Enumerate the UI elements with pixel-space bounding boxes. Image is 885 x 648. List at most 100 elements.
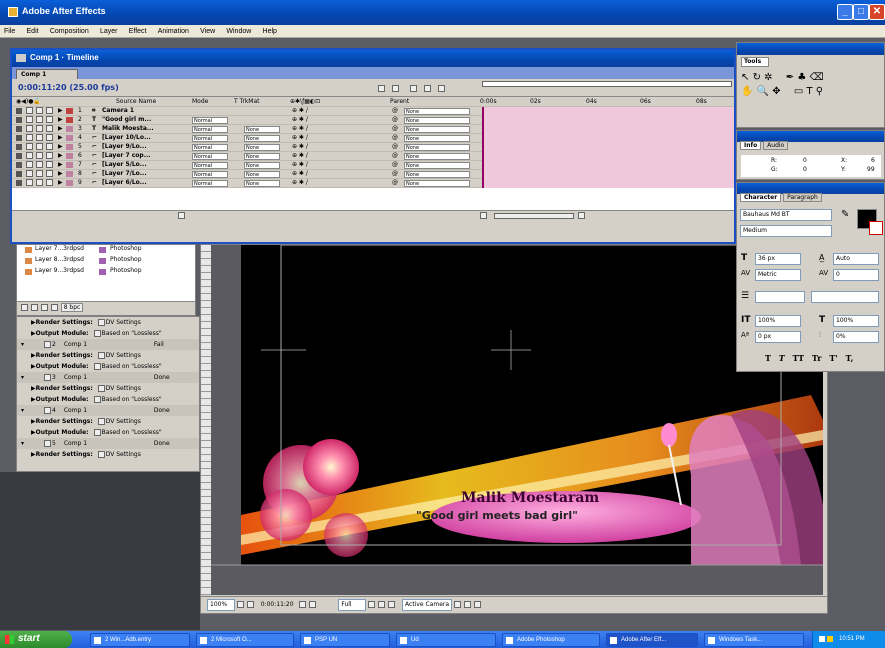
region-of-interest-icon[interactable] bbox=[368, 601, 376, 608]
safe-margins-icon[interactable] bbox=[236, 601, 244, 608]
render-settings-row[interactable]: ▶ Render Settings: DV Settings bbox=[17, 317, 199, 328]
leading-field[interactable]: Auto bbox=[833, 253, 879, 265]
settings-dropdown-icon[interactable] bbox=[97, 319, 105, 326]
layer-switches-icon[interactable]: ⊕ ✱ / bbox=[292, 179, 308, 186]
solo-toggle[interactable] bbox=[36, 143, 43, 150]
layer-name[interactable]: [Layer 9/Lo... bbox=[102, 143, 184, 150]
expand-arrow-icon[interactable]: ▶ bbox=[58, 125, 63, 132]
layer-switches-icon[interactable]: ⊕ ✱ / bbox=[292, 125, 308, 132]
video-toggle-icon[interactable] bbox=[16, 180, 22, 186]
output-module-row[interactable]: ▶ Output Module: Based on "Lossless" bbox=[17, 394, 199, 405]
layer-switches-icon[interactable]: ⊕ ✱ / bbox=[292, 107, 308, 114]
render-settings-row[interactable]: ▶ Render Settings: DV Settings bbox=[17, 449, 199, 460]
snapshot-icon[interactable] bbox=[246, 601, 254, 608]
time-navigator[interactable] bbox=[482, 81, 732, 87]
menu-edit[interactable]: Edit bbox=[27, 28, 39, 35]
layer-duration-bar[interactable] bbox=[482, 125, 734, 134]
rectangle-mask-tool-icon[interactable]: ▭ bbox=[794, 86, 803, 97]
new-comp-icon[interactable] bbox=[40, 304, 48, 311]
layer-mode-select[interactable]: Normal bbox=[192, 126, 228, 133]
layer-name[interactable]: [Layer 10/Lo... bbox=[102, 134, 184, 141]
transparency-grid-icon[interactable] bbox=[378, 601, 386, 608]
layer-name[interactable]: [Layer 7 cop... bbox=[102, 152, 184, 159]
parent-pickwhip-icon[interactable]: @ bbox=[392, 143, 398, 150]
label-color-swatch[interactable] bbox=[66, 126, 73, 132]
project-item[interactable]: Layer 8...3rdpsd Photoshop bbox=[17, 256, 195, 267]
video-toggle-icon[interactable] bbox=[16, 153, 22, 159]
video-toggle-icon[interactable] bbox=[16, 126, 22, 132]
layer-row[interactable]: ▶ 1 ⌗ Camera 1 ⊕ ✱ / @ None bbox=[12, 107, 734, 116]
shy-layers-icon[interactable] bbox=[410, 85, 417, 92]
taskbar-button[interactable]: Adobe After Eff... bbox=[606, 633, 698, 647]
toggle-pixel-icon[interactable] bbox=[463, 601, 471, 608]
project-item[interactable]: Layer 9...3rdpsd Photoshop bbox=[17, 267, 195, 278]
tab-info[interactable]: Info bbox=[740, 141, 762, 150]
layer-parent-select[interactable]: None bbox=[404, 135, 470, 142]
superscript-button[interactable]: T' bbox=[829, 353, 837, 363]
taskbar-button[interactable]: Windows Task... bbox=[704, 633, 804, 647]
pen-tool-icon[interactable]: ✒ bbox=[786, 72, 794, 83]
layer-duration-bar[interactable] bbox=[482, 161, 734, 170]
layer-parent-select[interactable]: None bbox=[404, 144, 470, 151]
new-folder-icon[interactable] bbox=[30, 304, 38, 311]
audio-toggle[interactable] bbox=[26, 134, 33, 141]
parent-pickwhip-icon[interactable]: @ bbox=[392, 125, 398, 132]
layer-duration-bar[interactable] bbox=[482, 170, 734, 179]
expand-arrow-icon[interactable]: ▶ bbox=[58, 152, 63, 159]
start-button[interactable]: start bbox=[0, 631, 72, 648]
render-item-row[interactable]: ▾ 4 Comp 1 Done bbox=[17, 405, 199, 416]
layer-trkmat-select[interactable]: None bbox=[244, 162, 280, 169]
solo-toggle[interactable] bbox=[36, 116, 43, 123]
comp-flowchart-icon[interactable] bbox=[378, 85, 385, 92]
parent-pickwhip-icon[interactable]: @ bbox=[392, 161, 398, 168]
layer-duration-bar[interactable] bbox=[482, 116, 734, 125]
render-settings-value[interactable]: DV Settings bbox=[106, 352, 141, 359]
zoom-select[interactable]: 100% bbox=[207, 598, 235, 611]
expand-arrow-icon[interactable]: ▶ bbox=[58, 143, 63, 150]
layer-row[interactable]: ▶ 4 ⌐ [Layer 10/Lo... Normal None ⊕ ✱ / @ None bbox=[12, 134, 734, 143]
expand-collapse-icon[interactable] bbox=[178, 212, 185, 219]
trkmat-header[interactable]: T TrkMat bbox=[234, 98, 260, 105]
menu-animation[interactable]: Animation bbox=[158, 28, 189, 35]
show-snapshot-icon[interactable] bbox=[309, 601, 317, 608]
layer-trkmat-select[interactable]: None bbox=[244, 153, 280, 160]
active-camera-select[interactable]: Active Camera bbox=[402, 598, 453, 611]
close-button[interactable]: ✕ bbox=[869, 4, 885, 20]
layer-switches-icon[interactable]: ⊕ ✱ / bbox=[292, 116, 308, 123]
resolution-select[interactable]: Full bbox=[338, 598, 367, 611]
lock-toggle[interactable] bbox=[46, 161, 53, 168]
stroke-color-swatch[interactable] bbox=[869, 221, 883, 235]
layer-mode-select[interactable]: Normal bbox=[192, 162, 228, 169]
tools-tab[interactable]: Tools bbox=[741, 57, 769, 67]
stamp-tool-icon[interactable]: ♣ bbox=[797, 72, 806, 83]
menu-effect[interactable]: Effect bbox=[129, 28, 147, 35]
render-settings-value[interactable]: DV Settings bbox=[106, 385, 141, 392]
tray-icon[interactable] bbox=[827, 636, 833, 642]
layer-name[interactable]: "Good girl m... bbox=[102, 116, 184, 123]
font-family-select[interactable]: Bauhaus Md BT bbox=[740, 209, 832, 221]
lock-toggle[interactable] bbox=[46, 143, 53, 150]
solo-toggle[interactable] bbox=[36, 125, 43, 132]
taskbar-button[interactable]: Ud bbox=[396, 633, 496, 647]
label-color-swatch[interactable] bbox=[66, 135, 73, 141]
layer-row[interactable]: ▶ 7 ⌐ [Layer 5/Lo... Normal None ⊕ ✱ / @ None bbox=[12, 161, 734, 170]
expand-arrow-icon[interactable]: ▶ bbox=[58, 179, 63, 186]
tsume-field[interactable]: 0% bbox=[833, 331, 879, 343]
menu-help[interactable]: Help bbox=[263, 28, 277, 35]
subscript-button[interactable]: T, bbox=[846, 353, 854, 363]
layer-trkmat-select[interactable]: None bbox=[244, 171, 280, 178]
audio-toggle[interactable] bbox=[26, 152, 33, 159]
output-module-row[interactable]: ▶ Output Module: Based on "Lossless" bbox=[17, 361, 199, 372]
layer-parent-select[interactable]: None bbox=[404, 171, 470, 178]
tab-character[interactable]: Character bbox=[740, 193, 782, 202]
solo-toggle[interactable] bbox=[36, 161, 43, 168]
output-module-value[interactable]: Based on "Lossless" bbox=[102, 330, 162, 337]
frame-blending-icon[interactable] bbox=[424, 85, 431, 92]
trash-icon[interactable] bbox=[50, 304, 58, 311]
pin-tool-icon[interactable]: ⚲ bbox=[816, 86, 823, 97]
parent-header[interactable]: Parent bbox=[390, 98, 409, 105]
output-dropdown-icon[interactable] bbox=[93, 429, 101, 436]
layer-duration-bar[interactable] bbox=[482, 179, 734, 188]
layer-parent-select[interactable]: None bbox=[404, 153, 470, 160]
video-toggle-icon[interactable] bbox=[16, 108, 22, 114]
